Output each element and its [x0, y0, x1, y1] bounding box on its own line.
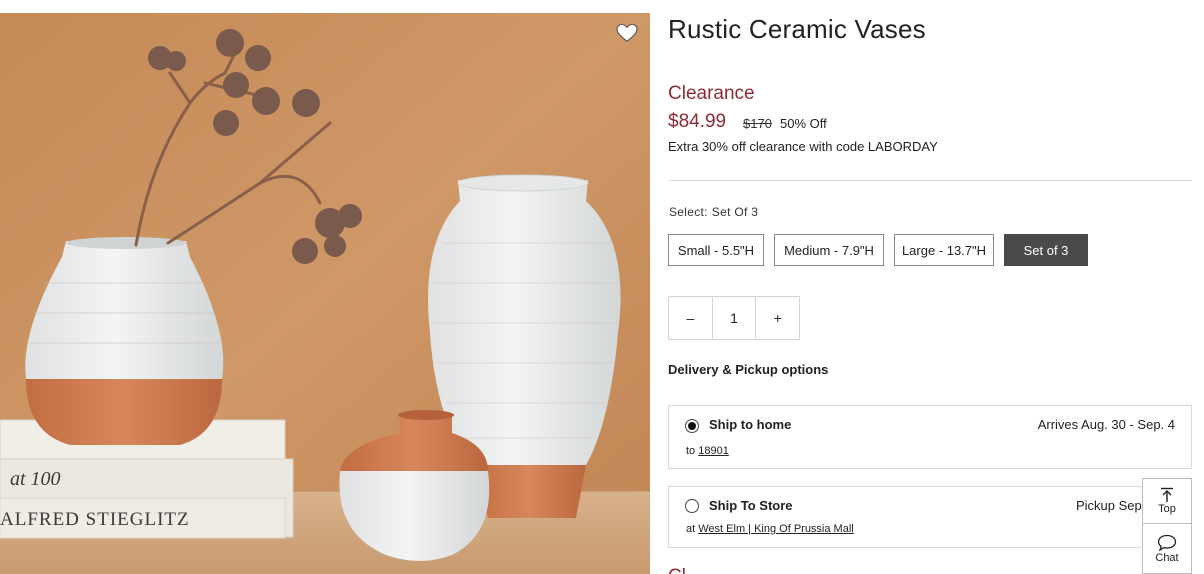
ship-to-store-option[interactable]: Ship To Store Pickup Sep at West Elm | K…	[668, 486, 1192, 548]
book-bottom-title: ALFRED STIEGLITZ	[0, 509, 190, 530]
promo-text: Extra 30% off clearance with code LABORD…	[668, 139, 938, 154]
chat-label: Chat	[1155, 551, 1179, 564]
ship-home-destination: to 18901	[686, 445, 729, 457]
option-small[interactable]: Small - 5.5"H	[668, 234, 764, 266]
ship-home-eta: Arrives Aug. 30 - Sep. 4	[1037, 417, 1175, 432]
ship-to-home-option[interactable]: Ship to home Arrives Aug. 30 - Sep. 4 to…	[668, 405, 1192, 469]
product-image[interactable]: at 100 ALFRED STIEGLITZ	[0, 13, 650, 574]
product-photo	[0, 13, 650, 574]
ship-store-eta: Pickup Sep	[1076, 498, 1142, 513]
delivery-heading: Delivery & Pickup options	[668, 362, 829, 377]
ship-store-radio[interactable]	[685, 499, 699, 513]
favorite-button[interactable]	[614, 20, 640, 46]
sale-price: $84.99	[668, 111, 727, 132]
ship-home-to-prefix: to	[686, 445, 696, 457]
chat-bubble-icon	[1157, 534, 1177, 551]
product-title: Rustic Ceramic Vases	[668, 14, 926, 44]
book-top-title: at 100	[10, 468, 61, 490]
select-label: Select: Set Of 3	[669, 205, 758, 219]
heart-icon	[616, 23, 638, 42]
cut-off-heading: Cl	[668, 566, 686, 574]
option-medium[interactable]: Medium - 7.9"H	[774, 234, 884, 266]
quantity-plus-button[interactable]: +	[756, 297, 799, 339]
ship-store-label: Ship To Store	[709, 498, 793, 513]
top-label: Top	[1158, 503, 1176, 515]
select-label-text: Select:	[669, 205, 708, 219]
arrow-up-icon	[1161, 487, 1173, 502]
clearance-label: Clearance	[668, 83, 755, 104]
option-set-of-3[interactable]: Set of 3	[1004, 234, 1088, 266]
back-to-top-button[interactable]: Top	[1142, 478, 1192, 524]
quantity-stepper: – 1 +	[668, 296, 800, 340]
select-value: Set Of 3	[711, 205, 759, 219]
divider	[668, 180, 1192, 181]
chat-button[interactable]: Chat	[1142, 524, 1192, 574]
store-link[interactable]: West Elm | King Of Prussia Mall	[698, 523, 853, 535]
quantity-minus-button[interactable]: –	[669, 297, 712, 339]
discount-label: 50% Off	[780, 116, 827, 131]
option-large[interactable]: Large - 13.7"H	[894, 234, 994, 266]
zip-code-link[interactable]: 18901	[698, 445, 729, 457]
original-price: $170	[743, 116, 772, 131]
ship-store-at-prefix: at	[686, 523, 696, 535]
ship-home-label: Ship to home	[709, 417, 792, 432]
quantity-input[interactable]: 1	[711, 297, 757, 339]
ship-store-location: at West Elm | King Of Prussia Mall	[686, 523, 854, 535]
ship-home-radio[interactable]	[685, 419, 699, 433]
